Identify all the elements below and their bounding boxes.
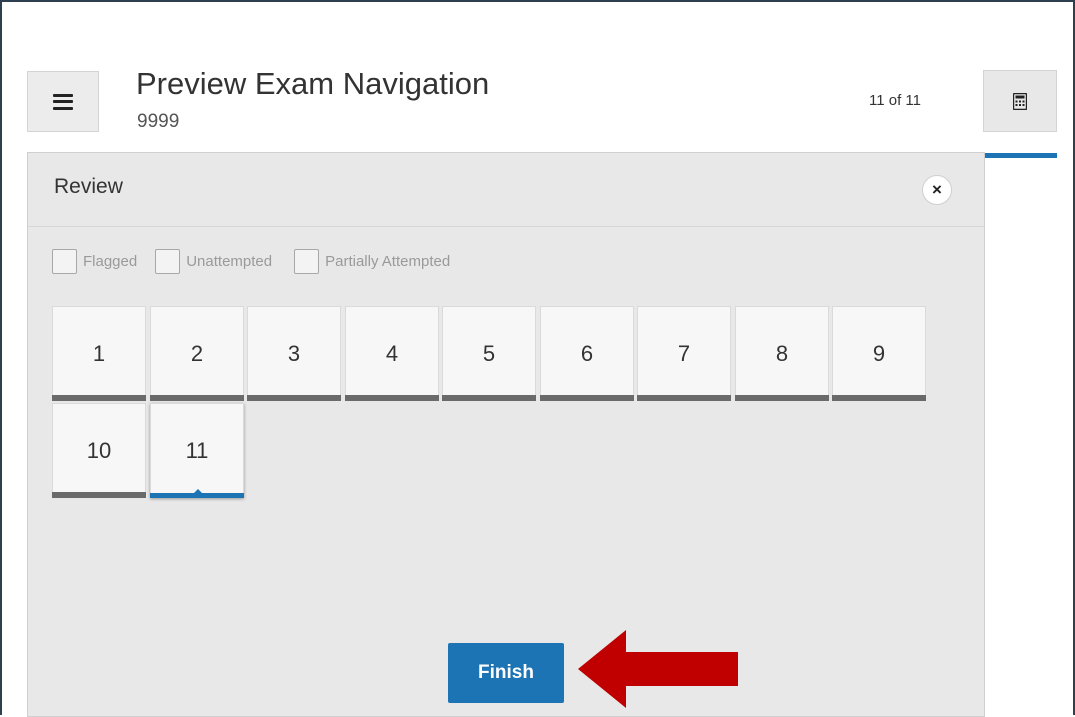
flagged-label: Flagged	[83, 253, 138, 270]
question-tile[interactable]: 5	[442, 306, 536, 401]
question-number: 7	[677, 341, 691, 366]
unattempted-checkbox[interactable]	[155, 249, 181, 274]
question-status-bar	[637, 395, 731, 401]
filter-unattempted[interactable]: Unattempted	[155, 249, 294, 274]
question-number: 5	[482, 341, 496, 366]
question-number: 6	[580, 341, 594, 366]
question-tile[interactable]: 11	[150, 403, 244, 498]
question-status-bar	[540, 395, 634, 401]
question-tile[interactable]: 9	[832, 306, 926, 401]
menu-button[interactable]	[27, 71, 99, 132]
question-number: 4	[385, 341, 399, 366]
question-tile[interactable]: 6	[540, 306, 634, 401]
question-number: 11	[185, 438, 209, 463]
partially-attempted-checkbox[interactable]	[294, 249, 320, 274]
question-number: 8	[775, 341, 789, 366]
close-icon: ×	[932, 180, 942, 199]
close-review-button[interactable]: ×	[922, 175, 952, 205]
question-number: 3	[287, 341, 301, 366]
page-title: Preview Exam Navigation	[136, 66, 490, 101]
question-counter: 11 of 11	[869, 92, 921, 109]
question-tile[interactable]: 8	[735, 306, 829, 401]
calculator-button[interactable]	[983, 70, 1057, 132]
question-status-bar	[52, 492, 146, 498]
question-status-bar	[345, 395, 439, 401]
review-panel-header: Review ×	[28, 153, 984, 227]
question-tile[interactable]: 3	[247, 306, 341, 401]
question-status-bar	[832, 395, 926, 401]
progress-indicator	[985, 153, 1057, 158]
question-status-bar	[735, 395, 829, 401]
question-status-bar	[150, 493, 244, 498]
question-tile[interactable]: 2	[150, 306, 244, 401]
filter-bar: Flagged Unattempted Partially Attempted	[52, 249, 450, 274]
question-tile[interactable]: 7	[637, 306, 731, 401]
question-tile[interactable]: 10	[52, 403, 146, 498]
red-arrow-pointer	[578, 630, 738, 708]
review-panel: Review × Flagged Unattempted Partially A…	[27, 152, 985, 717]
question-status-bar	[442, 395, 536, 401]
question-number: 1	[92, 341, 106, 366]
question-status-bar	[52, 395, 146, 401]
question-number: 9	[872, 341, 886, 366]
question-status-bar	[150, 395, 244, 401]
question-number: 2	[190, 341, 204, 366]
current-indicator	[194, 489, 202, 493]
finish-button[interactable]: Finish	[448, 643, 564, 703]
review-title: Review	[54, 175, 123, 198]
question-tile[interactable]: 4	[345, 306, 439, 401]
hamburger-menu-icon	[53, 93, 73, 110]
question-number: 10	[86, 438, 112, 463]
filter-flagged[interactable]: Flagged	[52, 249, 155, 274]
unattempted-label: Unattempted	[186, 253, 273, 270]
flagged-checkbox[interactable]	[52, 249, 77, 274]
filter-partially-attempted[interactable]: Partially Attempted	[294, 249, 450, 274]
question-status-bar	[247, 395, 341, 401]
partially-attempted-label: Partially Attempted	[325, 253, 451, 270]
exam-id: 9999	[137, 111, 180, 132]
calculator-icon	[1013, 92, 1027, 110]
question-tile[interactable]: 1	[52, 306, 146, 401]
